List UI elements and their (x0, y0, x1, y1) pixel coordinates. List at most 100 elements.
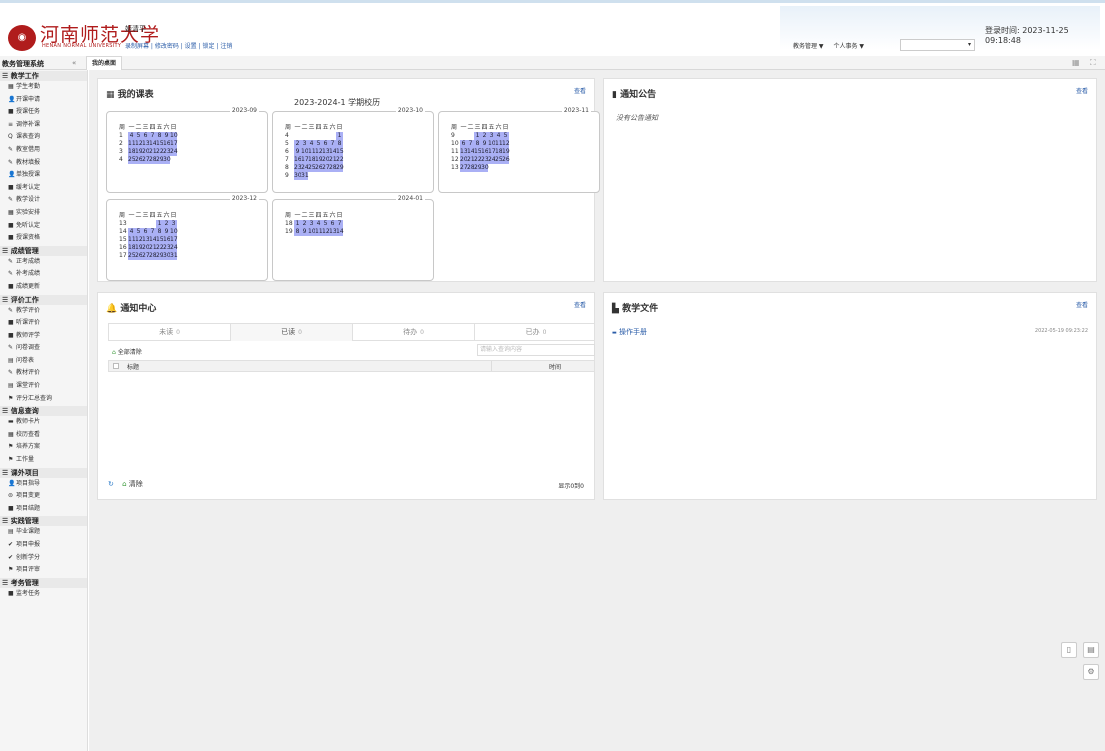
calendar-day[interactable]: 3 (488, 132, 495, 140)
calendar-day[interactable]: 16 (294, 156, 302, 164)
calendar-day[interactable]: 11 (315, 228, 323, 236)
calendar-day[interactable]: 5 (135, 228, 142, 236)
calendar-day[interactable]: 30 (481, 164, 489, 172)
calendar-day[interactable]: 27 (460, 164, 468, 172)
sidebar-item[interactable]: ■ 教师评学 (0, 330, 87, 343)
calendar-day[interactable]: 26 (135, 156, 143, 164)
calendar-day[interactable]: 7 (467, 140, 474, 148)
calendar-day[interactable]: 13 (142, 140, 150, 148)
calendar-day[interactable]: 9 (301, 228, 308, 236)
sidebar-item[interactable]: ■ 授课任务 (0, 106, 87, 119)
calendar-day[interactable]: 6 (142, 228, 149, 236)
sidebar-item[interactable]: ✎ 教学设计 (0, 194, 87, 207)
calendar-day[interactable]: 14 (467, 148, 475, 156)
calendar-day[interactable]: 7 (149, 228, 156, 236)
sidebar-item[interactable]: ⊜ 项目变更 (0, 490, 87, 503)
calendar-day[interactable]: 19 (502, 148, 510, 156)
calendar-day[interactable]: 1 (156, 220, 163, 228)
sidebar-item[interactable]: ✎ 正考成绩 (0, 256, 87, 269)
sidebar-item[interactable]: ▤ 课堂评价 (0, 380, 87, 393)
calendar-day[interactable]: 1 (294, 220, 301, 228)
sidebar-item[interactable]: ✔ 创新学分 (0, 552, 87, 565)
calendar-day[interactable]: 30 (163, 156, 171, 164)
calendar-day[interactable]: 9 (163, 132, 170, 140)
calendar-day[interactable]: 6 (460, 140, 467, 148)
calendar-day[interactable]: 30 (294, 172, 302, 180)
calendar-day[interactable]: 17 (488, 148, 496, 156)
sidebar-item[interactable]: ▤ 毕业课题 (0, 526, 87, 539)
calendar-day[interactable]: 4 (128, 132, 135, 140)
calendar-day[interactable]: 25 (308, 164, 316, 172)
calendar-day[interactable]: 13 (142, 236, 150, 244)
calendar-day[interactable]: 25 (128, 156, 136, 164)
calendar-day[interactable]: 26 (315, 164, 323, 172)
sidebar-group-header[interactable]: ☰ 考务管理 (0, 577, 87, 588)
refresh-icon[interactable]: ↻ (108, 480, 114, 488)
calendar-day[interactable]: 1 (336, 132, 343, 140)
announcement-more-link[interactable]: 查看 (1076, 86, 1088, 95)
calendar-day[interactable]: 5 (502, 132, 509, 140)
calendar-day[interactable]: 14 (329, 148, 337, 156)
calendar-day[interactable]: 7 (149, 132, 156, 140)
calendar-day[interactable]: 8 (156, 228, 163, 236)
sidebar-group-header[interactable]: ☰ 实践管理 (0, 516, 87, 527)
calendar-day[interactable]: 23 (163, 244, 171, 252)
sidebar-item[interactable]: ▦ 实验安排 (0, 207, 87, 220)
sidebar-item[interactable]: ✎ 教材评价 (0, 367, 87, 380)
calendar-day[interactable]: 12 (315, 148, 323, 156)
mobile-view-icon[interactable]: ▯ (1061, 642, 1077, 658)
calendar-day[interactable]: 23 (163, 148, 171, 156)
calendar-day[interactable]: 20 (322, 156, 330, 164)
calendar-day[interactable]: 29 (156, 252, 164, 260)
sidebar-item[interactable]: 👤单独授课 (0, 169, 87, 182)
sidebar-item[interactable]: ✔ 项目申报 (0, 539, 87, 552)
calendar-day[interactable]: 14 (149, 140, 157, 148)
calendar-day[interactable]: 10 (301, 148, 309, 156)
calendar-day[interactable]: 3 (170, 220, 177, 228)
calendar-day[interactable]: 3 (308, 220, 315, 228)
calendar-day[interactable]: 8 (474, 140, 481, 148)
sidebar-item[interactable]: ✎ 问卷调查 (0, 342, 87, 355)
notice-more-link[interactable]: 查看 (574, 300, 586, 309)
sidebar-item[interactable]: ■ 缓考认定 (0, 182, 87, 195)
calendar-day[interactable]: 24 (301, 164, 309, 172)
layout-icon[interactable]: ▤ (1083, 642, 1099, 658)
sidebar-item[interactable]: ▤ 问卷表 (0, 355, 87, 368)
sidebar-item[interactable]: ≡ 调停补课 (0, 119, 87, 132)
calendar-day[interactable]: 21 (149, 244, 157, 252)
calendar-day[interactable]: 29 (474, 164, 482, 172)
menu-personal-affairs[interactable]: 个人事务 ▼ (833, 43, 864, 50)
collapse-sidebar-button[interactable]: « (72, 59, 76, 67)
calendar-day[interactable]: 9 (163, 228, 170, 236)
calendar-day[interactable]: 15 (474, 148, 482, 156)
tab-read[interactable]: 已读 0 (231, 324, 353, 341)
calendar-day[interactable]: 8 (336, 140, 343, 148)
calendar-day[interactable]: 7 (329, 140, 336, 148)
sidebar-item[interactable]: ✎ 补考成绩 (0, 268, 87, 281)
calendar-day[interactable]: 26 (135, 252, 143, 260)
select-all-checkbox[interactable] (113, 363, 119, 369)
calendar-day[interactable]: 23 (481, 156, 489, 164)
sidebar-item[interactable]: ⚑ 工作量 (0, 454, 87, 467)
calendar-day[interactable]: 22 (156, 244, 164, 252)
calendar-day[interactable]: 4 (495, 132, 502, 140)
calendar-day[interactable]: 15 (156, 236, 164, 244)
sidebar-item[interactable]: ▬ 教师卡片 (0, 416, 87, 429)
sidebar-item[interactable]: Q 课表查询 (0, 131, 87, 144)
sidebar-item[interactable]: ✎ 教室借用 (0, 144, 87, 157)
files-more-link[interactable]: 查看 (1076, 300, 1088, 309)
calendar-day[interactable]: 20 (142, 244, 150, 252)
calendar-day[interactable]: 11 (495, 140, 503, 148)
calendar-day[interactable]: 19 (135, 148, 143, 156)
sidebar-item[interactable]: ✎ 教材填报 (0, 157, 87, 170)
calendar-day[interactable]: 17 (301, 156, 309, 164)
schedule-more-link[interactable]: 查看 (574, 86, 586, 95)
calendar-day[interactable]: 12 (322, 228, 330, 236)
sidebar-item[interactable]: ■ 授课资格 (0, 232, 87, 245)
calendar-day[interactable]: 10 (308, 228, 316, 236)
calendar-day[interactable]: 6 (322, 140, 329, 148)
sidebar-item[interactable]: ■ 成绩更新 (0, 281, 87, 294)
calendar-day[interactable]: 1 (474, 132, 481, 140)
calendar-day[interactable]: 29 (156, 156, 164, 164)
calendar-day[interactable]: 4 (128, 228, 135, 236)
